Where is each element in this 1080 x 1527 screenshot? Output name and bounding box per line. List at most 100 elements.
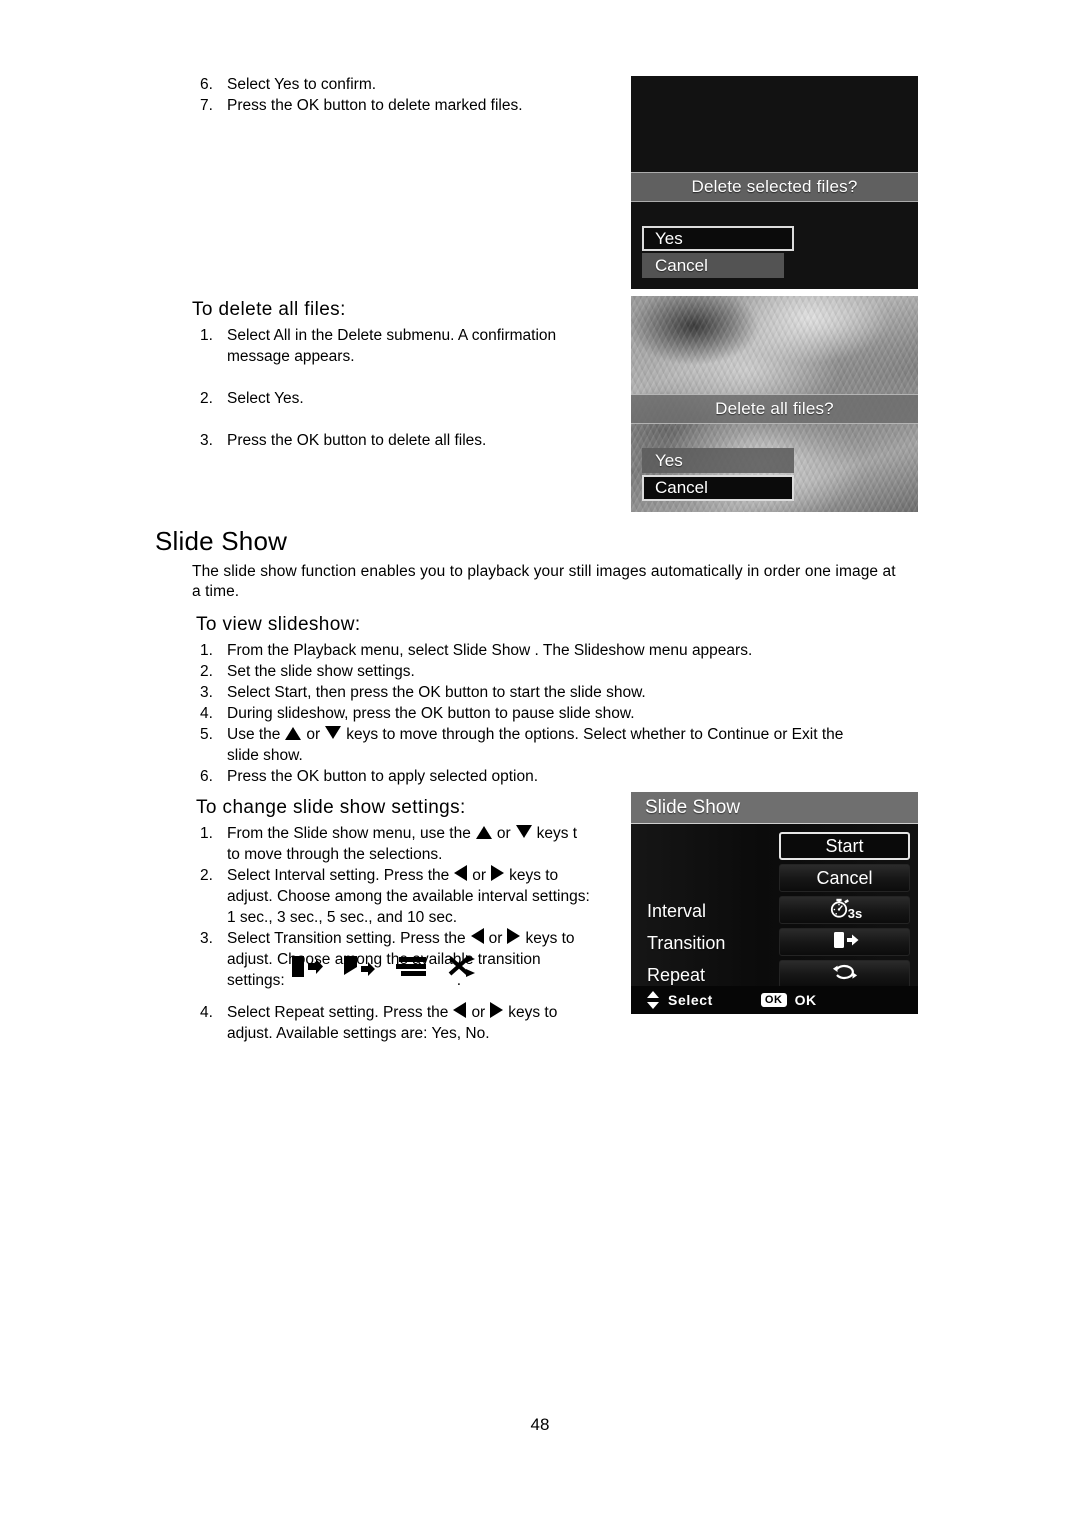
menu-label-transition: Transition [647, 932, 726, 953]
list-item-text-pre: From the Slide show menu, use the [227, 825, 471, 842]
menu-value-repeat[interactable] [779, 960, 910, 988]
list-item-text-mid: or [496, 825, 511, 842]
list-item: 2. Select Yes. [200, 388, 620, 409]
list-item-number: 6. [200, 76, 213, 93]
menu-option-cancel[interactable]: Cancel [779, 864, 910, 892]
page-number: 48 [530, 1415, 550, 1434]
dialog-option-yes[interactable]: Yes [642, 226, 794, 251]
left-key-icon [454, 865, 468, 881]
menu-row-cancel[interactable]: Cancel [631, 864, 918, 894]
diagonal-wipe-transition-icon [344, 955, 376, 979]
right-key-icon [490, 1002, 504, 1018]
list-item-number: 7. [200, 97, 213, 114]
delete-all-heading: To delete all files: [192, 299, 346, 320]
down-key-icon [325, 726, 342, 739]
list-item-text-cont: message appears. [227, 348, 355, 365]
list-item-text-mid: or [471, 1004, 486, 1021]
list-item: 2. Set the slide show settings. [200, 661, 950, 682]
list-item-text-pre: Select Transition setting. Press the [227, 930, 466, 947]
page-title-slide-show: Slide Show [155, 526, 288, 556]
random-transition-icon [448, 955, 480, 979]
list-item: 6. Press the OK button to apply selected… [200, 766, 950, 787]
list-item-number: 3. [200, 930, 213, 947]
slide-show-intro-line2: a time. [192, 583, 240, 600]
dialog-option-cancel[interactable]: Cancel [642, 253, 784, 278]
up-key-icon [285, 727, 302, 740]
menu-row-interval[interactable]: Interval 3s [631, 896, 918, 926]
transition-settings-label: settings: [227, 972, 285, 989]
loop-icon [831, 961, 859, 988]
list-item-number: 2. [200, 663, 213, 680]
delete-marked-steps-list: 6. Select Yes to confirm. 7. Press the O… [200, 74, 620, 116]
list-item: 3. Select Start, then press the OK butto… [200, 682, 950, 703]
list-item-text: Select Yes to confirm. [227, 76, 377, 93]
down-key-icon [515, 825, 532, 838]
list-item-number: 4. [200, 1004, 213, 1021]
list-item-text: Select Start, then press the OK button t… [227, 684, 646, 701]
menu-row-transition[interactable]: Transition [631, 928, 918, 958]
list-item-text-post: keys to [508, 1004, 558, 1021]
list-item: 3. Press the OK button to delete all fil… [200, 430, 620, 451]
menu-label-interval: Interval [647, 900, 707, 921]
list-item-text: Press the OK button to apply selected op… [227, 768, 539, 785]
list-item: 5. Use the or keys to move through the opti… [200, 724, 950, 766]
up-down-key-icon [647, 991, 659, 1009]
list-item-text: From the Playback menu, select Slide Sho… [227, 642, 753, 659]
list-item-text-post: keys to move through the options. Select… [346, 726, 844, 743]
menu-option-start[interactable]: Start [779, 832, 910, 860]
list-item-number: 4. [200, 705, 213, 722]
change-settings-steps-list: 1. From the Slide show menu, use the or key… [200, 823, 620, 1044]
slide-show-intro-line1: The slide show function enables you to p… [192, 563, 896, 580]
list-item-text-post: keys to [509, 867, 559, 884]
list-item: 1. From the Playback menu, select Slide … [200, 640, 950, 661]
footer-ok-label: OK [794, 992, 817, 1008]
list-item-text-pre: Select Repeat setting. Press the [227, 1004, 449, 1021]
list-item: 4. Select Repeat setting. Press the or keys… [200, 1002, 620, 1044]
dialog-option-yes[interactable]: Yes [642, 448, 794, 473]
list-item: 2. Select Interval setting. Press the or ke… [200, 865, 620, 928]
blinds-transition-icon [396, 955, 428, 979]
list-item-number: 3. [200, 684, 213, 701]
list-item-text-pre: Select Interval setting. Press the [227, 867, 450, 884]
left-key-icon [470, 928, 484, 944]
list-item-number: 6. [200, 768, 213, 785]
view-slideshow-heading: To view slideshow: [196, 614, 361, 635]
list-item-number: 5. [200, 726, 213, 743]
menu-title: Slide Show [631, 792, 918, 824]
list-item-text: Select Yes. [227, 390, 304, 407]
list-item-text-mid: or [306, 726, 321, 743]
up-key-icon [475, 826, 492, 839]
left-key-icon [453, 1002, 467, 1018]
list-item-number: 1. [200, 642, 213, 659]
manual-page: 6. Select Yes to confirm. 7. Press the O… [0, 0, 1080, 1527]
list-item-text-cont: adjust. Available settings are: Yes, No. [227, 1025, 490, 1042]
menu-row-start[interactable]: Start [631, 832, 918, 862]
change-settings-heading: To change slide show settings: [196, 797, 466, 818]
menu-value-interval[interactable]: 3s [779, 896, 910, 924]
list-item-text-cont: slide show. [227, 747, 303, 764]
dialog-option-cancel[interactable]: Cancel [642, 475, 794, 501]
list-item-text: Select All in the Delete submenu. A conf… [227, 327, 557, 344]
list-item: 6. Select Yes to confirm. [200, 74, 620, 95]
screenshot-delete-selected-files: Delete selected files? Yes Cancel [631, 76, 918, 289]
delete-all-steps-list: 1. Select All in the Delete submenu. A c… [200, 325, 620, 451]
list-item: 4. During slideshow, press the OK button… [200, 703, 950, 724]
list-item-number: 1. [200, 825, 213, 842]
list-spacer [200, 409, 620, 430]
list-item: 1. Select All in the Delete submenu. A c… [200, 325, 620, 367]
menu-value-transition[interactable] [779, 928, 910, 956]
list-item-text-post: keys to [525, 930, 575, 947]
list-item-text: Press the OK button to delete marked fil… [227, 97, 523, 114]
dialog-banner: Delete all files? [631, 394, 918, 424]
list-item-text: Press the OK button to delete all files. [227, 432, 487, 449]
right-key-icon [507, 928, 521, 944]
list-item-text-pre: Use the [227, 726, 281, 743]
list-item-number: 2. [200, 390, 213, 407]
list-item-number: 1. [200, 327, 213, 344]
screenshot-slide-show-menu: Slide Show Start Cancel Interval 3s Tran… [631, 792, 918, 1014]
list-item-text-cont2: 1 sec., 3 sec., 5 sec., and 10 sec. [227, 909, 458, 926]
list-spacer [200, 367, 620, 388]
list-item-number: 3. [200, 432, 213, 449]
transition-icons-row [292, 955, 480, 979]
stopwatch-icon [827, 897, 857, 924]
